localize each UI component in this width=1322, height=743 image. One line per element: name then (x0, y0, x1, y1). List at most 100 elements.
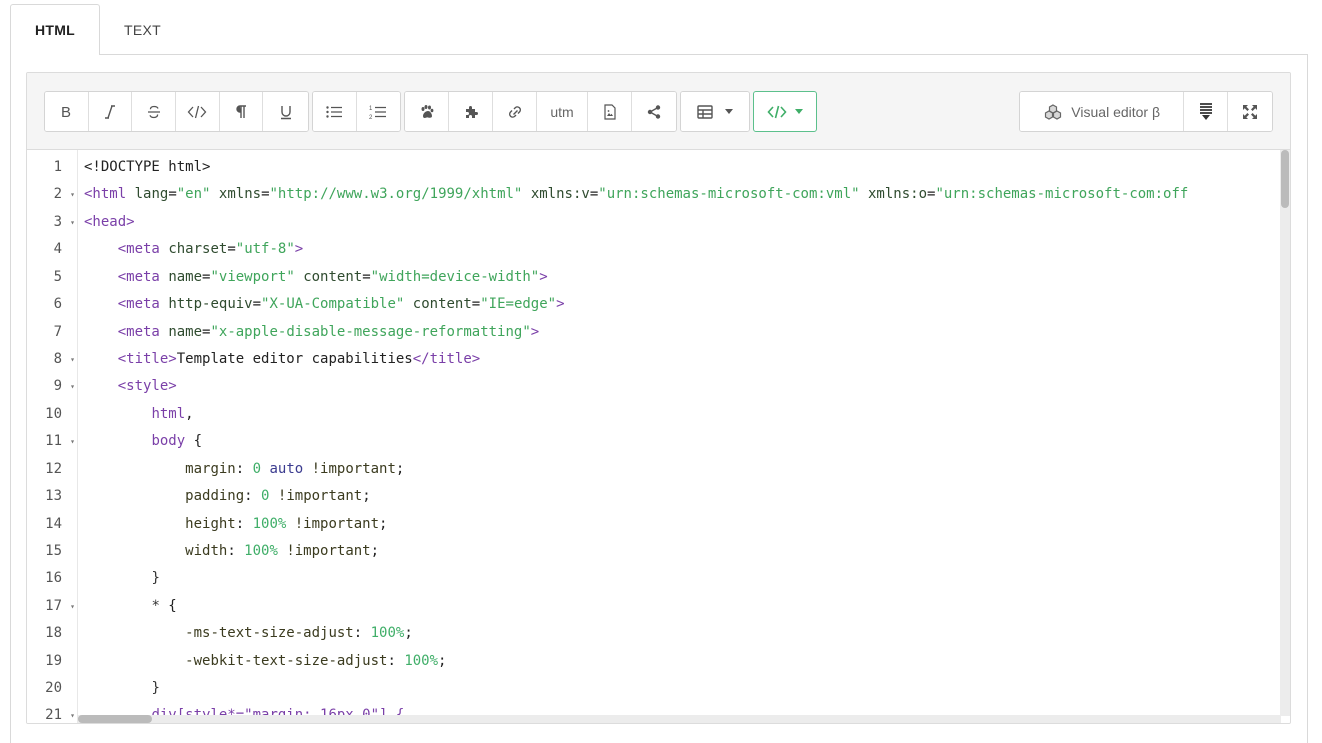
token: margin (185, 461, 236, 477)
link-icon (508, 105, 521, 118)
token: "en" (176, 186, 211, 202)
token: 100% (370, 625, 405, 641)
line-number: 14 (27, 511, 78, 538)
line-number: 10 (27, 401, 78, 428)
line-number: 1 (27, 154, 78, 181)
token: name (168, 269, 203, 285)
table-dropdown[interactable] (680, 91, 750, 132)
line-number: 16 (27, 565, 78, 592)
code-line-9: <style> (84, 373, 177, 400)
line-number-text: 20 (45, 680, 62, 696)
table-dropdown-button[interactable] (681, 92, 749, 131)
token: "urn:schemas-microsoft-com:vml" (598, 186, 860, 202)
code-line-10: html, (151, 406, 194, 422)
code-line-17: * { (151, 598, 177, 614)
paragraph-button[interactable] (219, 92, 264, 131)
line-number-text: 14 (45, 516, 62, 532)
puzzle-button[interactable] (449, 92, 493, 131)
code-line-20: } (84, 675, 159, 702)
token: <title> (117, 351, 177, 367)
code-editor: B 12 utm Visual editor β 1 2 ▾ 3 ▾ 4 5 6… (26, 72, 1291, 724)
line-number: 5 (27, 264, 78, 291)
code-area[interactable]: 1 2 ▾ 3 ▾ 4 5 6 7 8 ▾ 9 ▾ 10 11 ▾ 12 13 14 15 16 17 ▾ 18 19 20 21 ▾… (27, 150, 1290, 723)
bold-icon: B (61, 104, 71, 120)
tab-text[interactable]: TEXT (105, 4, 180, 55)
fold-arrow-icon[interactable]: ▾ (70, 181, 75, 208)
fold-arrow-icon[interactable]: ▾ (70, 428, 75, 455)
horizontal-scrollbar[interactable] (78, 715, 1281, 723)
line-number-text: 16 (45, 570, 62, 586)
fold-arrow-icon[interactable]: ▾ (70, 209, 75, 236)
file-image-icon (603, 103, 616, 120)
token: > (539, 269, 548, 285)
code-line-8: <title>Template editor capabilities</tit… (84, 346, 480, 373)
utm-button[interactable]: utm (537, 92, 588, 131)
file-image-button[interactable] (588, 92, 632, 131)
code-line-14: height: 100% !important; (185, 516, 388, 532)
token: <html (84, 186, 127, 202)
fold-arrow-icon[interactable]: ▾ (70, 702, 75, 723)
share-icon (647, 104, 661, 119)
line-number: 21 ▾ (27, 702, 78, 723)
fullscreen-button[interactable] (1228, 92, 1272, 131)
token: body (151, 433, 186, 449)
paw-button[interactable] (405, 92, 449, 131)
code-line-19: -webkit-text-size-adjust: 100%; (185, 653, 447, 669)
bulleted-list-button[interactable] (313, 92, 357, 131)
line-number-text: 10 (45, 406, 62, 422)
line-number-text: 18 (45, 625, 62, 641)
token: "urn:schemas-microsoft-com:off (935, 186, 1189, 202)
insert-button-group: utm (404, 91, 677, 132)
svg-text:1: 1 (369, 106, 373, 112)
code-icon (767, 105, 787, 118)
vertical-scroll-thumb[interactable] (1281, 150, 1289, 208)
token: 0 (252, 461, 262, 477)
tab-html[interactable]: HTML (10, 4, 100, 55)
bold-button[interactable]: B (45, 92, 89, 131)
line-number: 13 (27, 483, 78, 510)
token: http-equiv (168, 296, 253, 312)
format-button-group: B (44, 91, 309, 132)
token: > (556, 296, 565, 312)
puzzle-icon (465, 105, 478, 118)
inline-code-icon (187, 105, 207, 118)
paw-icon (421, 104, 433, 118)
fold-arrow-icon[interactable]: ▾ (70, 346, 75, 373)
token: Template editor capabilities (176, 351, 413, 367)
line-number: 12 (27, 456, 78, 483)
share-button[interactable] (632, 92, 676, 131)
italic-button[interactable] (88, 92, 133, 131)
token: "width=device-width" (370, 269, 540, 285)
line-number: 6 (27, 291, 78, 318)
token: <meta (117, 324, 160, 340)
code-view-dropdown[interactable] (753, 91, 817, 132)
horizontal-scroll-thumb[interactable] (78, 715, 152, 723)
fold-arrow-icon[interactable]: ▾ (70, 373, 75, 400)
cubes-icon (1045, 103, 1062, 120)
line-number: 3 ▾ (27, 209, 78, 236)
code-line-12: margin: 0 auto !important; (185, 461, 405, 477)
bulleted-list-icon (326, 105, 343, 118)
inline-code-button[interactable] (176, 92, 220, 131)
strikethrough-icon (147, 105, 160, 118)
token: </title> (412, 351, 481, 367)
code-line-11: body { (151, 433, 203, 449)
format-code-button[interactable] (1184, 92, 1229, 131)
link-button[interactable] (493, 92, 537, 131)
strikethrough-button[interactable] (132, 92, 177, 131)
token: <meta (117, 296, 160, 312)
line-number: 9 ▾ (27, 373, 78, 400)
visual-editor-button[interactable]: Visual editor β (1020, 92, 1185, 131)
code-line-6: <meta http-equiv="X-UA-Compatible" conte… (117, 296, 565, 312)
paragraph-icon (236, 104, 247, 118)
line-number: 7 (27, 319, 78, 346)
caret-down-icon (795, 109, 803, 114)
line-number-text: 2 (53, 186, 62, 202)
code-line-13: padding: 0 !important; (185, 488, 371, 504)
token: <head> (84, 214, 135, 230)
numbered-list-button[interactable]: 12 (356, 92, 400, 131)
fold-arrow-icon[interactable]: ▾ (70, 593, 75, 620)
underline-button[interactable] (263, 92, 308, 131)
token: name (168, 324, 203, 340)
vertical-scrollbar[interactable] (1280, 150, 1290, 716)
